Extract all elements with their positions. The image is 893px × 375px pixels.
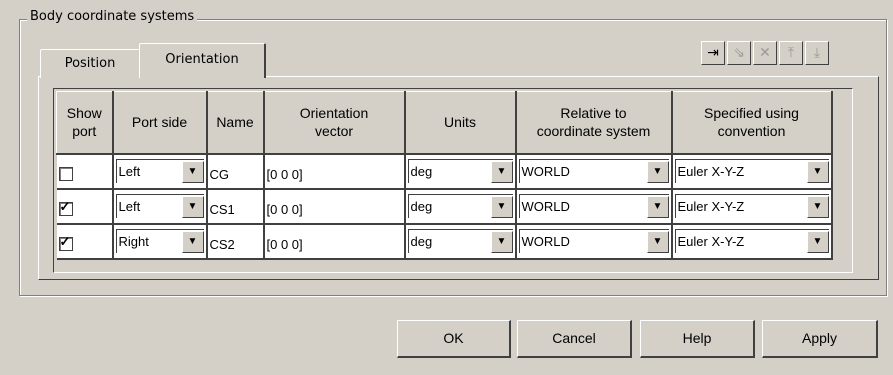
chevron-down-icon[interactable]: ▼ xyxy=(646,160,669,183)
chevron-down-icon[interactable]: ▼ xyxy=(646,195,669,218)
chevron-down-icon[interactable]: ▼ xyxy=(490,230,513,253)
col-header-units: Units xyxy=(404,91,517,155)
chevron-down-icon[interactable]: ▼ xyxy=(490,195,513,218)
table-row: Left ▼ CG [0 0 0] deg ▼ WORLD ▼ Euler X-Y-Z ▼ xyxy=(56,153,833,190)
cancel-button[interactable]: Cancel xyxy=(517,320,632,358)
convention-cell: Euler X-Y-Z ▼ xyxy=(671,223,833,260)
move-up-button[interactable]: ⤒ xyxy=(779,41,803,65)
help-button[interactable]: Help xyxy=(640,320,755,358)
tab-position[interactable]: Position xyxy=(40,49,140,78)
units-cell: deg ▼ xyxy=(404,223,517,260)
col-header-relative: Relative to coordinate system xyxy=(515,91,673,155)
table-header-row: Show port Port side Name Orientation vec… xyxy=(56,91,833,155)
port-side-cell: Left ▼ xyxy=(112,188,208,225)
col-header-show-port: Show port xyxy=(56,91,114,155)
add-icon: ⇥ xyxy=(707,45,719,61)
apply-button[interactable]: Apply xyxy=(762,320,878,358)
check-icon: ✓ xyxy=(59,199,71,214)
chevron-down-icon[interactable]: ▼ xyxy=(806,160,829,183)
units-select[interactable]: deg ▼ xyxy=(407,229,513,253)
units-cell: deg ▼ xyxy=(404,153,517,190)
convention-select[interactable]: Euler X-Y-Z ▼ xyxy=(674,229,829,253)
table-row: ✓ Left ▼ CS1 [0 0 0] deg ▼ WORLD ▼ Euler X-Y-Z ▼ xyxy=(56,188,833,225)
col-header-convention: Specified using convention xyxy=(671,91,833,155)
group-title: Body coordinate systems xyxy=(27,9,198,24)
relative-cell: WORLD ▼ xyxy=(515,153,673,190)
name-cell[interactable]: CS1 xyxy=(206,188,265,225)
move-up-icon: ⤒ xyxy=(787,45,795,61)
col-header-orientation-vector: Orientation vector xyxy=(263,91,406,155)
chevron-down-icon[interactable]: ▼ xyxy=(806,195,829,218)
show-port-cell xyxy=(56,153,114,190)
chevron-down-icon[interactable]: ▼ xyxy=(181,230,204,253)
duplicate-row-button[interactable]: ⇘ xyxy=(727,41,751,65)
port-side-select[interactable]: Right ▼ xyxy=(115,229,204,253)
name-cell[interactable]: CG xyxy=(206,153,265,190)
name-cell[interactable]: CS2 xyxy=(206,223,265,260)
col-header-name: Name xyxy=(206,91,265,155)
orientation-table: Show port Port side Name Orientation vec… xyxy=(56,91,833,260)
chevron-down-icon[interactable]: ▼ xyxy=(490,160,513,183)
port-side-cell: Left ▼ xyxy=(112,153,208,190)
chevron-down-icon[interactable]: ▼ xyxy=(646,230,669,253)
convention-select[interactable]: Euler X-Y-Z ▼ xyxy=(674,194,829,218)
table-toolbar: ⇥ ⇘ ✕ ⤒ ⤓ xyxy=(701,41,829,65)
move-down-icon: ⤓ xyxy=(813,45,821,61)
chevron-down-icon[interactable]: ▼ xyxy=(181,195,204,218)
show-port-checkbox[interactable]: ✓ xyxy=(58,199,73,216)
port-side-cell: Right ▼ xyxy=(112,223,208,260)
table-row: ✓ Right ▼ CS2 [0 0 0] deg ▼ WORLD ▼ Euler X-Y-Z ▼ xyxy=(56,223,833,260)
units-cell: deg ▼ xyxy=(404,188,517,225)
delete-icon: ✕ xyxy=(759,45,771,61)
relative-select[interactable]: WORLD ▼ xyxy=(518,194,669,218)
convention-cell: Euler X-Y-Z ▼ xyxy=(671,153,833,190)
delete-row-button[interactable]: ✕ xyxy=(753,41,777,65)
orientation-vector-cell[interactable]: [0 0 0] xyxy=(263,188,406,225)
port-side-select[interactable]: Left ▼ xyxy=(115,159,204,183)
ok-button[interactable]: OK xyxy=(397,320,511,358)
col-header-port-side: Port side xyxy=(112,91,208,155)
move-down-button[interactable]: ⤓ xyxy=(805,41,829,65)
relative-cell: WORLD ▼ xyxy=(515,223,673,260)
chevron-down-icon[interactable]: ▼ xyxy=(806,230,829,253)
relative-select[interactable]: WORLD ▼ xyxy=(518,229,669,253)
relative-select[interactable]: WORLD ▼ xyxy=(518,159,669,183)
show-port-cell: ✓ xyxy=(56,188,114,225)
orientation-table-frame: Show port Port side Name Orientation vec… xyxy=(53,88,853,273)
units-select[interactable]: deg ▼ xyxy=(407,159,513,183)
units-select[interactable]: deg ▼ xyxy=(407,194,513,218)
show-port-checkbox[interactable] xyxy=(58,167,73,181)
duplicate-icon: ⇘ xyxy=(733,45,745,61)
relative-cell: WORLD ▼ xyxy=(515,188,673,225)
check-icon: ✓ xyxy=(59,234,71,249)
orientation-vector-cell[interactable]: [0 0 0] xyxy=(263,153,406,190)
show-port-checkbox[interactable]: ✓ xyxy=(58,234,73,251)
convention-cell: Euler X-Y-Z ▼ xyxy=(671,188,833,225)
tab-orientation[interactable]: Orientation xyxy=(139,43,266,78)
convention-select[interactable]: Euler X-Y-Z ▼ xyxy=(674,159,829,183)
port-side-select[interactable]: Left ▼ xyxy=(115,194,204,218)
show-port-cell: ✓ xyxy=(56,223,114,260)
orientation-vector-cell[interactable]: [0 0 0] xyxy=(263,223,406,260)
chevron-down-icon[interactable]: ▼ xyxy=(181,160,204,183)
add-row-button[interactable]: ⇥ xyxy=(701,41,725,65)
